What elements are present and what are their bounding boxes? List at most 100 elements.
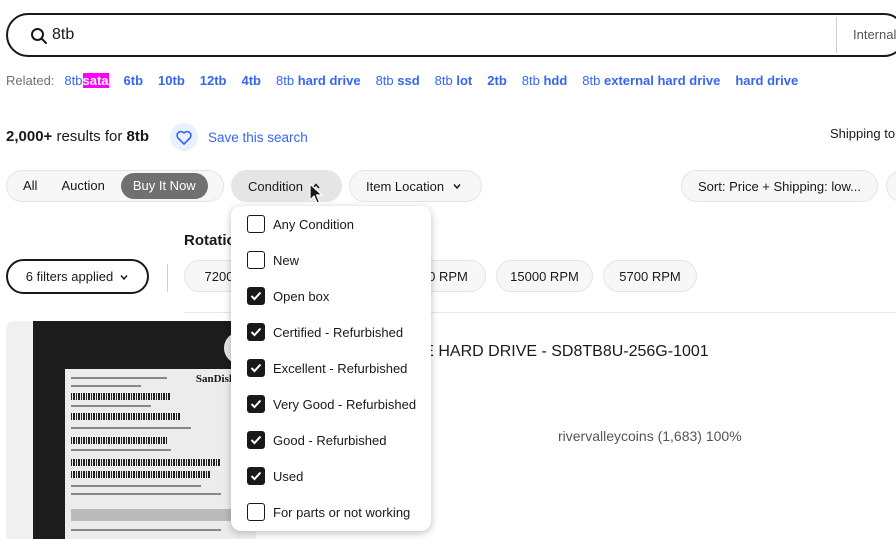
condition-option-label: Very Good - Refurbished xyxy=(273,396,417,412)
related-link-12tb[interactable]: 12tb xyxy=(200,73,227,88)
checkbox[interactable] xyxy=(247,467,265,485)
checkbox[interactable] xyxy=(247,287,265,305)
related-link-8tb-lot[interactable]: 8tb lot xyxy=(435,73,473,88)
results-count: 2,000+ results for 8tb xyxy=(6,128,149,145)
related-link-2tb[interactable]: 2tb xyxy=(487,73,507,88)
related-link-text: external hard drive xyxy=(604,73,721,88)
condition-option-label: Open box xyxy=(273,288,330,304)
category-select[interactable]: Internal xyxy=(853,27,896,42)
condition-option-very-good-refurbished[interactable]: Very Good - Refurbished xyxy=(247,395,416,413)
related-link-text: lot xyxy=(456,73,473,88)
condition-option-open-box[interactable]: Open box xyxy=(247,287,329,305)
related-link-text: 6tb xyxy=(123,73,144,88)
barcode xyxy=(71,393,171,400)
related-link-text: 10tb xyxy=(158,73,185,88)
label-text-line xyxy=(71,405,151,407)
search-bar: Internal xyxy=(6,13,896,57)
item-location-filter-button[interactable]: Item Location xyxy=(349,170,482,202)
search-divider xyxy=(836,17,837,53)
certification-logos xyxy=(71,509,231,521)
chevron-down-icon xyxy=(453,184,461,190)
condition-option-used[interactable]: Used xyxy=(247,467,303,485)
tab-buy-it-now[interactable]: Buy It Now xyxy=(120,173,208,199)
ssd-brand-text: SanDisk xyxy=(195,373,235,385)
condition-option-new[interactable]: New xyxy=(247,251,299,269)
barcode xyxy=(71,459,221,466)
condition-option-label: Certified - Refurbished xyxy=(273,324,404,340)
related-link-prefix: 8tb xyxy=(276,73,295,88)
seller-info: rivervalleycoins (1,683) 100% xyxy=(558,428,742,444)
related-link-10tb[interactable]: 10tb xyxy=(158,73,185,88)
related-link-4tb[interactable]: 4tb xyxy=(242,73,262,88)
search-icon xyxy=(31,28,47,44)
filter-divider xyxy=(167,264,168,292)
barcode xyxy=(71,437,167,444)
related-link-8tb-ssd[interactable]: 8tb ssd xyxy=(376,73,420,88)
related-link-8tb-sata[interactable]: 8tbsata xyxy=(64,73,109,88)
save-search-button[interactable]: Save this search xyxy=(170,123,308,151)
label-text-line xyxy=(71,485,201,487)
checkbox[interactable] xyxy=(247,503,265,521)
related-link-text: 4tb xyxy=(241,73,262,88)
barcode xyxy=(71,471,211,478)
related-link-8tb-hard-drive[interactable]: 8tb hard drive xyxy=(276,73,361,88)
condition-option-for-parts[interactable]: For parts or not working xyxy=(247,503,410,521)
label-text-line xyxy=(71,493,221,495)
related-link-8tb-hdd[interactable]: 8tb hdd xyxy=(522,73,568,88)
tab-auction[interactable]: Auction xyxy=(49,173,116,199)
condition-option-label: Good - Refurbished xyxy=(273,432,387,448)
checkbox[interactable] xyxy=(247,251,265,269)
sort-label: Sort: Price + Shipping: low... xyxy=(698,178,861,194)
rpm-chip-label: 15000 RPM xyxy=(510,268,579,284)
sort-dropdown[interactable]: Sort: Price + Shipping: low... xyxy=(681,170,878,202)
product-image[interactable]: SanDisk xyxy=(6,321,256,539)
related-link-text: 2tb xyxy=(487,73,507,88)
checkbox[interactable] xyxy=(247,431,265,449)
related-label: Related: xyxy=(6,73,55,88)
shipping-to[interactable]: Shipping to xyxy=(830,126,895,141)
related-link-prefix: 8tb xyxy=(64,73,83,88)
results-middle: results for xyxy=(56,128,123,145)
condition-option-label: For parts or not working xyxy=(273,504,411,520)
related-link-hard-drive[interactable]: hard drive xyxy=(735,73,798,88)
related-searches: Related: 8tbsata 6tb 10tb 12tb 4tb 8tb h… xyxy=(6,73,813,88)
checkbox[interactable] xyxy=(247,215,265,233)
condition-option-good-refurbished[interactable]: Good - Refurbished xyxy=(247,431,386,449)
rpm-chip-15000[interactable]: 15000 RPM xyxy=(496,260,593,292)
filters-applied-button[interactable]: 6 filters applied xyxy=(6,259,149,294)
heart-icon xyxy=(170,123,198,151)
condition-filter-button[interactable]: Condition xyxy=(231,170,342,202)
condition-option-label: Excellent - Refurbished xyxy=(273,360,408,376)
checkbox[interactable] xyxy=(247,323,265,341)
barcode xyxy=(71,413,181,420)
results-number: 2,000+ xyxy=(6,128,53,145)
save-search-label: Save this search xyxy=(208,129,308,145)
label-text-line xyxy=(71,385,141,387)
results-query: 8tb xyxy=(126,128,150,145)
rpm-chip-5700[interactable]: 5700 RPM xyxy=(603,260,697,292)
label-text-line xyxy=(71,529,221,531)
condition-option-certified-refurbished[interactable]: Certified - Refurbished xyxy=(247,323,403,341)
rpm-chip-label: 5700 RPM xyxy=(619,268,681,284)
mouse-pointer-icon xyxy=(309,183,323,204)
ssd-photo: SanDisk xyxy=(33,321,241,539)
condition-filter-label: Condition xyxy=(248,178,303,194)
condition-option-label: New xyxy=(273,252,300,268)
related-link-6tb[interactable]: 6tb xyxy=(124,73,144,88)
label-text-line xyxy=(71,377,167,379)
checkbox[interactable] xyxy=(247,395,265,413)
buying-format-tabs: All Auction Buy It Now xyxy=(6,170,224,202)
condition-option-any[interactable]: Any Condition xyxy=(247,215,354,233)
condition-dropdown-menu: Any Condition New Open box Certified - R… xyxy=(231,206,431,531)
related-link-text: hdd xyxy=(543,73,568,88)
view-options-button[interactable] xyxy=(886,170,896,202)
related-link-8tb-external-hard-drive[interactable]: 8tb external hard drive xyxy=(582,73,720,88)
search-input[interactable] xyxy=(52,23,812,47)
label-text-line xyxy=(71,427,191,429)
related-link-prefix: 8tb xyxy=(434,73,453,88)
checkbox[interactable] xyxy=(247,359,265,377)
condition-option-excellent-refurbished[interactable]: Excellent - Refurbished xyxy=(247,359,407,377)
related-link-prefix: 8tb xyxy=(521,73,540,88)
tab-all[interactable]: All xyxy=(11,173,49,199)
related-link-text: 12tb xyxy=(199,73,227,88)
